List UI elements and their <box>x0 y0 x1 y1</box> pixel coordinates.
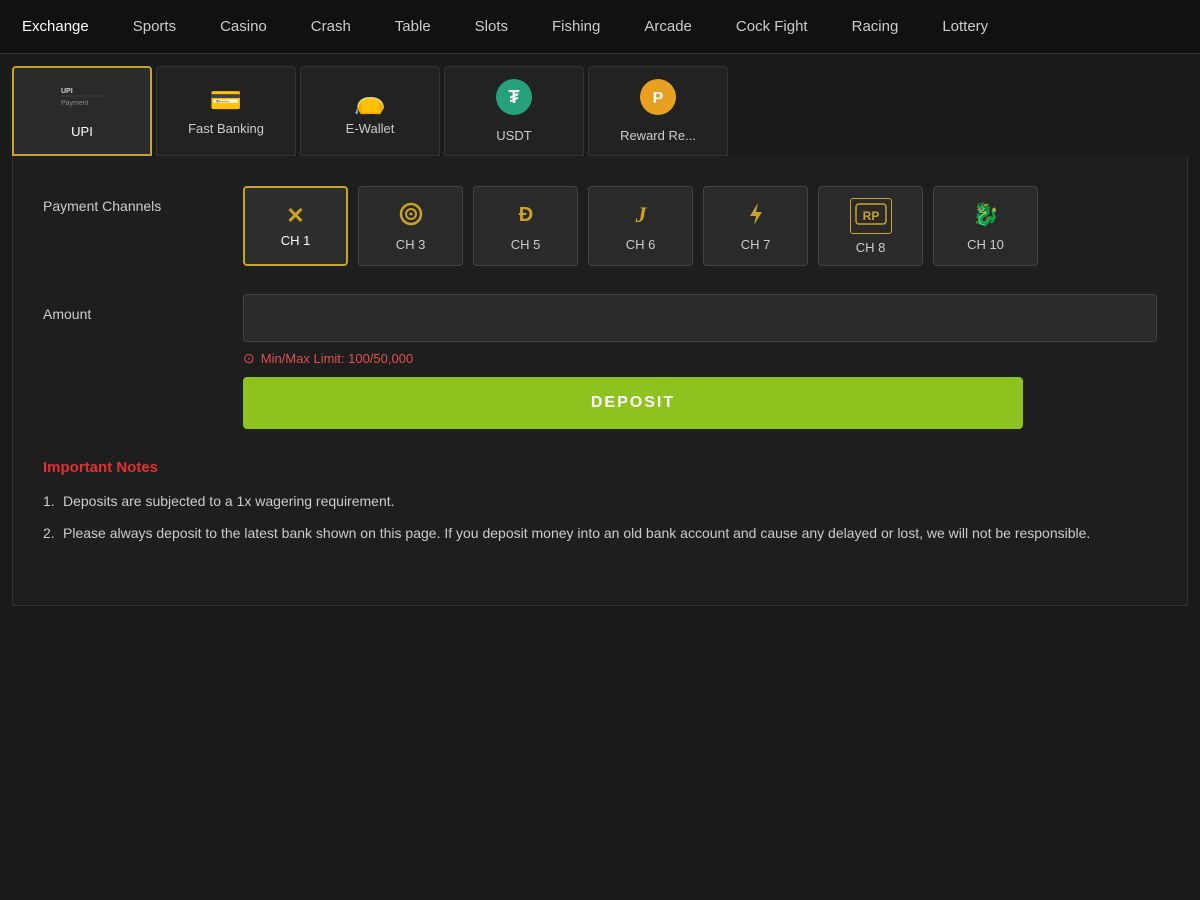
svg-text:P: P <box>653 90 664 107</box>
channel-ch8[interactable]: RP CH 8 <box>818 186 923 266</box>
channel-ch1[interactable]: ✕ CH 1 <box>243 186 348 266</box>
tab-fast-banking-label: Fast Banking <box>188 121 264 136</box>
tab-reward-label: Reward Re... <box>620 128 696 143</box>
reward-icon: P <box>640 79 676 120</box>
tab-fast-banking[interactable]: 💳 Fast Banking <box>156 66 296 156</box>
warning-icon: ⊙ <box>243 350 255 367</box>
limit-text: Min/Max Limit: 100/50,000 <box>261 351 413 366</box>
ch1-label: CH 1 <box>281 233 311 248</box>
ch7-label: CH 7 <box>741 237 771 252</box>
e-wallet-icon: 👝 <box>354 87 386 113</box>
limit-hint: ⊙ Min/Max Limit: 100/50,000 <box>243 350 1157 367</box>
svg-text:Payment: Payment <box>61 100 89 107</box>
channel-ch5[interactable]: Ð CH 5 <box>473 186 578 266</box>
amount-input-wrapper: ⊙ Min/Max Limit: 100/50,000 <box>243 294 1157 367</box>
nav-item-arcade[interactable]: Arcade <box>622 0 714 53</box>
channel-ch3[interactable]: CH 3 <box>358 186 463 266</box>
nav-item-casino[interactable]: Casino <box>198 0 289 53</box>
amount-input[interactable] <box>243 294 1157 342</box>
payment-channels-section: Payment Channels ✕ CH 1 CH 3 <box>43 186 1157 266</box>
channel-ch6[interactable]: J CH 6 <box>588 186 693 266</box>
tab-usdt-label: USDT <box>496 128 531 143</box>
nav-item-cockfight[interactable]: Cock Fight <box>714 0 830 53</box>
payment-tabs: UPI Payment UPI 💳 Fast Banking 👝 E-Walle… <box>0 54 1200 156</box>
tab-upi-label: UPI <box>71 124 93 139</box>
note-item-2: Please always deposit to the latest bank… <box>43 522 1157 544</box>
main-content: Payment Channels ✕ CH 1 CH 3 <box>12 156 1188 606</box>
usdt-icon: ₮ <box>496 79 532 120</box>
notes-title: Important Notes <box>43 459 1157 476</box>
nav-item-fishing[interactable]: Fishing <box>530 0 622 53</box>
deposit-button[interactable]: DEPOSIT <box>243 377 1023 429</box>
amount-label: Amount <box>43 294 243 322</box>
tab-e-wallet-label: E-Wallet <box>346 121 395 136</box>
upi-icon: UPI Payment <box>57 83 107 116</box>
channels-list: ✕ CH 1 CH 3 Ð <box>243 186 1038 266</box>
main-nav: Exchange Sports Casino Crash Table Slots… <box>0 0 1200 54</box>
channel-ch7[interactable]: CH 7 <box>703 186 808 266</box>
fast-banking-icon: 💳 <box>210 87 242 113</box>
svg-text:J: J <box>634 202 647 227</box>
deposit-button-wrapper: DEPOSIT <box>243 377 1157 429</box>
tab-upi[interactable]: UPI Payment UPI <box>12 66 152 156</box>
tab-e-wallet[interactable]: 👝 E-Wallet <box>300 66 440 156</box>
ch3-label: CH 3 <box>396 237 426 252</box>
svg-text:RP: RP <box>862 209 879 223</box>
ch10-icon: 🐉 <box>972 201 1000 231</box>
tab-usdt[interactable]: ₮ USDT <box>444 66 584 156</box>
ch5-label: CH 5 <box>511 237 541 252</box>
ch6-label: CH 6 <box>626 237 656 252</box>
nav-item-table[interactable]: Table <box>373 0 453 53</box>
payment-channels-label: Payment Channels <box>43 186 243 214</box>
svg-text:₮: ₮ <box>509 87 520 107</box>
ch3-icon <box>398 201 424 231</box>
nav-item-lottery[interactable]: Lottery <box>920 0 1010 53</box>
nav-item-sports[interactable]: Sports <box>111 0 198 53</box>
nav-item-slots[interactable]: Slots <box>453 0 530 53</box>
nav-item-racing[interactable]: Racing <box>830 0 921 53</box>
ch8-label: CH 8 <box>856 240 886 255</box>
channel-ch10[interactable]: 🐉 CH 10 <box>933 186 1038 266</box>
svg-text:🐉: 🐉 <box>972 202 999 227</box>
ch7-icon <box>743 201 769 231</box>
ch1-icon: ✕ <box>286 205 304 227</box>
nav-item-exchange[interactable]: Exchange <box>0 0 111 53</box>
svg-text:Ð: Ð <box>518 204 532 226</box>
notes-section: Important Notes Deposits are subjected t… <box>43 459 1157 575</box>
tab-reward[interactable]: P Reward Re... <box>588 66 728 156</box>
svg-text:UPI: UPI <box>61 88 73 95</box>
notes-list: Deposits are subjected to a 1x wagering … <box>43 490 1157 545</box>
amount-section: Amount ⊙ Min/Max Limit: 100/50,000 <box>43 294 1157 367</box>
ch8-icon: RP <box>850 198 892 234</box>
ch5-icon: Ð <box>513 201 539 231</box>
ch6-icon: J <box>628 201 654 231</box>
ch10-label: CH 10 <box>967 237 1004 252</box>
nav-item-crash[interactable]: Crash <box>289 0 373 53</box>
note-item-1: Deposits are subjected to a 1x wagering … <box>43 490 1157 512</box>
